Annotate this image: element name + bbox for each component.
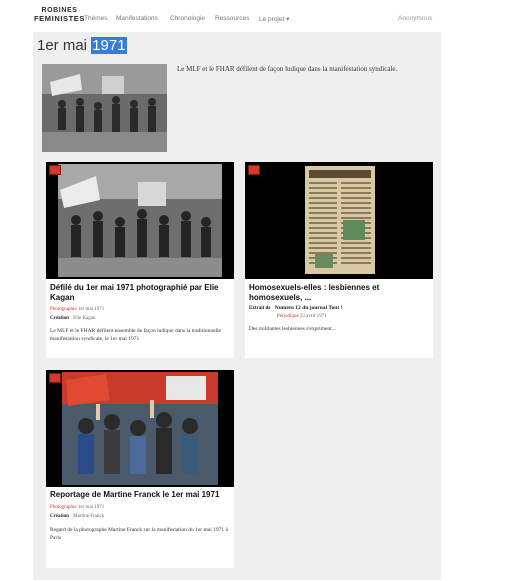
top-nav: ROBINES FEMINISTES Thèmes Manifestations… [0, 0, 507, 36]
card-meta-type: Périodique 23 avril 1971 [277, 314, 327, 319]
card-photo-image [245, 162, 433, 279]
credit-label: Création [50, 316, 69, 321]
card-description: Le MLF et le FHAR défilent ensemble de f… [50, 328, 222, 342]
credit-value[interactable]: Elie Kagan [73, 316, 95, 321]
credit-label: Création [50, 514, 69, 519]
card-description: Des militantes lesbiennes s'expriment... [249, 326, 336, 332]
card-meta-credit: Création Martine Franck [50, 514, 104, 519]
card-meta-credit: Création Elie Kagan [50, 316, 96, 321]
card-title[interactable]: Reportage de Martine Franck le 1er mai 1… [50, 490, 230, 500]
card-photo-image [46, 370, 234, 487]
card-title[interactable]: Homosexuels-elles : lesbiennes et homose… [249, 283, 429, 303]
photo-type-icon [49, 373, 61, 383]
card-meta-type: Photographie 1er mai 1971 [50, 505, 104, 510]
card-photo[interactable] [46, 370, 234, 487]
site-logo[interactable]: ROBINES FEMINISTES [34, 7, 85, 23]
photo-type-icon [49, 165, 61, 175]
card-photo[interactable] [245, 162, 433, 279]
card-type[interactable]: Photographie [50, 307, 77, 312]
nav-item-chronologie[interactable]: Chronologie [170, 15, 205, 22]
hero-photo-image [42, 64, 167, 152]
card-date: 1er mai 1971 [77, 505, 105, 510]
card-type[interactable]: Photographie [50, 505, 77, 510]
document-card[interactable]: Homosexuels-elles : lesbiennes et homose… [245, 162, 433, 358]
nav-item-manifestations[interactable]: Manifestations [116, 15, 158, 22]
card-type[interactable]: Périodique [277, 314, 299, 319]
page-description: Le MLF et le FHAR défilent de façon ludi… [177, 65, 398, 73]
extract-value[interactable]: Numéro 12 du journal Tout ! [275, 305, 343, 311]
page-title: 1er mai 1971 [37, 37, 127, 54]
card-photo[interactable] [46, 162, 234, 279]
nav-item-ressources[interactable]: Ressources [215, 15, 249, 22]
page-title-year: 1971 [91, 37, 127, 54]
user-menu[interactable]: Anonymous [398, 15, 432, 22]
card-photo-image [46, 162, 234, 279]
document-card[interactable]: Reportage de Martine Franck le 1er mai 1… [46, 370, 234, 568]
logo-line-2: FEMINISTES [34, 14, 86, 23]
periodical-type-icon [248, 165, 260, 175]
hero-photo[interactable] [42, 64, 167, 152]
card-description: Regard de la photographe Martine Franck … [50, 527, 228, 541]
credit-value[interactable]: Martine Franck [73, 514, 104, 519]
page-title-prefix: 1er mai [37, 37, 88, 54]
card-meta-extract: Extrait de Numéro 12 du journal Tout ! [249, 305, 342, 311]
card-date: 23 avril 1971 [299, 314, 327, 319]
document-card[interactable]: Défilé du 1er mai 1971 photographié par … [46, 162, 234, 358]
card-date: 1er mai 1971 [77, 307, 105, 312]
extract-label: Extrait de [249, 306, 271, 311]
nav-item-le-projet[interactable]: Le projet ▾ [259, 15, 289, 23]
nav-item-themes[interactable]: Thèmes [84, 15, 107, 22]
card-title[interactable]: Défilé du 1er mai 1971 photographié par … [50, 283, 230, 303]
card-meta-type: Photographie 1er mai 1971 [50, 307, 104, 312]
